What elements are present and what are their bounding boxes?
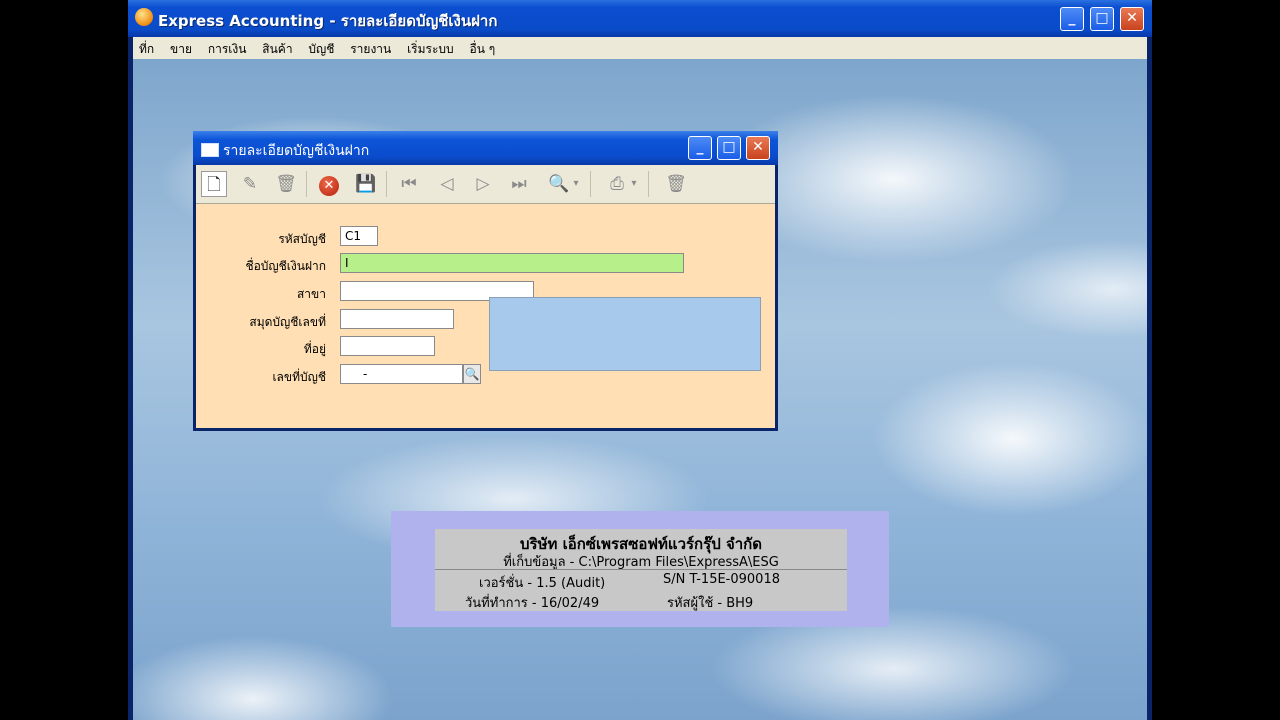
user-id: รหัสผู้ใช้ - BH9	[667, 596, 754, 611]
save-icon[interactable]: 💾	[353, 171, 379, 197]
minimize-button[interactable]: _	[1060, 7, 1084, 31]
dialog-minimize-button[interactable]: _	[688, 136, 712, 160]
gl-account-label: เลขที่บัญชี	[272, 370, 326, 384]
prev-record-icon[interactable]: ◁	[434, 171, 460, 197]
dialog-title: รายละเอียดบัญชีเงินฝาก	[223, 143, 370, 159]
main-window: Express Accounting - รายละเอียดบัญชีเงิน…	[128, 0, 1152, 720]
divider	[435, 569, 847, 570]
toolbar-separator	[386, 171, 387, 197]
account-info-panel	[489, 297, 761, 371]
branch-label: สาขา	[296, 287, 326, 301]
menu-sales[interactable]: ขาย	[164, 37, 198, 59]
app-logo-icon[interactable]	[135, 8, 153, 26]
deposit-account-dialog: รายละเอียดบัญชีเงินฝาก _ □ ✕ 🗋 ✎ 🗑 ✕ 💾 ⏮…	[193, 131, 778, 431]
dialog-maximize-button[interactable]: □	[717, 136, 741, 160]
lookup-search-icon[interactable]: 🔍	[463, 364, 481, 384]
menu-setup[interactable]: เริ่มระบบ	[401, 37, 460, 59]
close-button[interactable]: ✕	[1120, 7, 1144, 31]
menu-products[interactable]: สินค้า	[256, 37, 298, 59]
version-text: เวอร์ชั่น - 1.5 (Audit)	[479, 576, 606, 591]
print-icon[interactable]: ⎙	[604, 171, 630, 197]
toolbar-separator	[648, 171, 649, 197]
company-info-panel: บริษัท เอ็กซ์เพรสซอฟท์แวร์กรุ๊ป จำกัด ที…	[391, 511, 889, 627]
dialog-body: 🗋 ✎ 🗑 ✕ 💾 ⏮ ◁ ▷ ⏭ 🔍 ▾ ⎙ ▾ 🗑 รหัสบัญชี C1…	[196, 165, 775, 428]
gl-account-field[interactable]: -	[340, 364, 463, 384]
menu-other[interactable]: อื่น ๆ	[464, 37, 502, 59]
dialog-titlebar[interactable]: รายละเอียดบัญชีเงินฝาก _ □ ✕	[193, 131, 778, 165]
toolbar-separator	[590, 171, 591, 197]
toolbar-separator	[306, 171, 307, 197]
main-titlebar[interactable]: Express Accounting - รายละเอียดบัญชีเงิน…	[128, 0, 1152, 37]
account-code-field[interactable]: C1	[340, 226, 378, 246]
chevron-down-icon[interactable]: ▾	[570, 171, 582, 197]
menu-reports[interactable]: รายงาน	[344, 37, 397, 59]
new-icon[interactable]: 🗋	[201, 171, 227, 197]
account-form: รหัสบัญชี C1 ชื่อบัญชีเงินฝาก I สาขา สมุ…	[196, 204, 775, 428]
account-code-label: รหัสบัญชี	[278, 232, 326, 246]
passbook-number-field[interactable]	[340, 309, 454, 329]
maximize-button[interactable]: □	[1090, 7, 1114, 31]
cancel-icon[interactable]: ✕	[316, 171, 342, 197]
address-field[interactable]	[340, 336, 435, 356]
next-record-icon[interactable]: ▷	[470, 171, 496, 197]
serial-number: S/N T-15E-090018	[663, 572, 780, 587]
window-title: Express Accounting - รายละเอียดบัญชีเงิน…	[158, 12, 498, 30]
passbook-number-label: สมุดบัญชีเลขที่	[249, 315, 326, 329]
menu-finance[interactable]: การเงิน	[202, 37, 253, 59]
cancel-glyph: ✕	[319, 176, 339, 196]
menu-accounts[interactable]: บัญชี	[302, 37, 340, 59]
record-toolbar: 🗋 ✎ 🗑 ✕ 💾 ⏮ ◁ ▷ ⏭ 🔍 ▾ ⎙ ▾ 🗑	[196, 165, 775, 204]
menu-file[interactable]: ที่ก	[133, 37, 160, 59]
dialog-close-button[interactable]: ✕	[746, 136, 770, 160]
edit-icon[interactable]: ✎	[237, 171, 263, 197]
menu-bar: ที่ก ขาย การเงิน สินค้า บัญชี รายงาน เริ…	[133, 37, 1147, 59]
chevron-down-icon[interactable]: ▾	[628, 171, 640, 197]
address-label: ที่อยู่	[303, 342, 326, 356]
delete-all-icon[interactable]: 🗑	[663, 171, 689, 197]
trash-icon[interactable]: 🗑	[273, 171, 299, 197]
account-name-field[interactable]: I	[340, 253, 684, 273]
workspace-background: รายละเอียดบัญชีเงินฝาก _ □ ✕ 🗋 ✎ 🗑 ✕ 💾 ⏮…	[133, 59, 1147, 720]
window-icon	[201, 143, 219, 157]
last-record-icon[interactable]: ⏭	[506, 171, 532, 197]
company-info-box: บริษัท เอ็กซ์เพรสซอฟท์แวร์กรุ๊ป จำกัด ที…	[435, 529, 847, 611]
search-icon[interactable]: 🔍	[546, 171, 572, 197]
account-name-label: ชื่อบัญชีเงินฝาก	[245, 259, 326, 273]
first-record-icon[interactable]: ⏮	[396, 171, 422, 197]
working-date: วันที่ทำการ - 16/02/49	[465, 596, 600, 611]
